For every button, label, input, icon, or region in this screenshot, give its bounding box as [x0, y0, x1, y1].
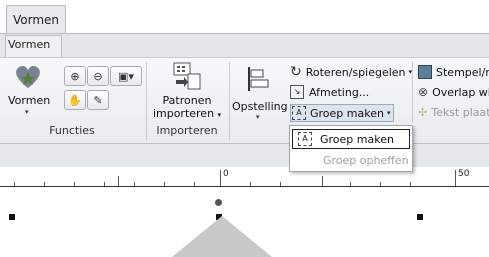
- heart-star-icon: [16, 65, 40, 88]
- tekst-plaat-label: Tekst plaat: [431, 105, 489, 119]
- ribbon-separator: [229, 62, 230, 140]
- ruler-tick: [322, 176, 323, 186]
- rotation-handle[interactable]: [215, 199, 222, 206]
- tab-vormen-label: Vormen: [12, 12, 60, 27]
- ruler-tick: [280, 182, 281, 186]
- ruler-tick: [44, 182, 45, 186]
- ribbon: Vormen ▾ ⊕ ⊖ ▣▾ ✋ ✎ Functies Patronen im…: [0, 58, 489, 144]
- ruler-tick: [380, 182, 381, 186]
- afmeting-label: Afmeting...: [309, 85, 370, 99]
- hand-icon: ✋: [68, 93, 82, 107]
- group-label-functies: Functies: [49, 124, 95, 137]
- vormen-label: Vormen: [8, 94, 51, 107]
- groep-dropdown-menu: A Groep maken Groep opheffen: [289, 125, 413, 172]
- sub-tab-bar: Vormen: [0, 33, 489, 58]
- ruler-tick: [104, 182, 105, 186]
- roteren-button[interactable]: ↻ Roteren/spiegelen ▾: [290, 64, 412, 80]
- rotate-icon: ↻: [290, 64, 302, 80]
- afmeting-button[interactable]: ↘ Afmeting...: [290, 84, 369, 100]
- zoom-out-button[interactable]: ⊖: [87, 66, 109, 86]
- selection-handle[interactable]: [417, 214, 423, 220]
- zoom-fit-icon: ▣▾: [118, 69, 134, 83]
- menu-item-groep-maken-label: Groep maken: [320, 132, 394, 146]
- ruler-tick: [410, 182, 411, 186]
- import-pattern-icon: [173, 62, 201, 90]
- selection-handle[interactable]: [9, 214, 15, 220]
- ruler-tick: [134, 182, 135, 186]
- groep-maken-label: Groep maken: [310, 106, 384, 120]
- ribbon-separator: [146, 62, 147, 140]
- opstelling-label: Opstelling: [232, 100, 288, 113]
- ruler-tick: [194, 182, 195, 186]
- ruler-tick: [74, 182, 75, 186]
- zoom-in-button[interactable]: ⊕: [64, 66, 86, 86]
- patronen-importeren-button[interactable]: Patronen importeren ▾: [150, 60, 224, 122]
- chevron-down-icon: ▾: [217, 111, 222, 119]
- roteren-label: Roteren/spiegelen: [305, 65, 406, 79]
- align-icon: [248, 67, 269, 91]
- zoom-in-icon: ⊕: [70, 69, 80, 83]
- ruler-tick: [164, 182, 165, 186]
- group-label-importeren: Importeren: [156, 124, 218, 137]
- opstelling-button[interactable]: Opstelling ▾: [232, 62, 288, 122]
- tekst-plaat-button[interactable]: ✣ Tekst plaat: [418, 104, 489, 120]
- stempel-button[interactable]: Stempel/re: [418, 64, 489, 80]
- chevron-down-icon: ▾: [386, 109, 391, 117]
- tab-vormen[interactable]: Vormen: [6, 5, 66, 33]
- overlap-button[interactable]: ⊗ Overlap wi: [418, 84, 489, 100]
- measure-icon: ✎: [93, 93, 103, 107]
- group-icon: A: [292, 106, 306, 120]
- overlap-label: Overlap wi: [432, 85, 489, 99]
- horizontal-ruler: 0 50: [0, 167, 489, 187]
- menu-item-groep-opheffen[interactable]: Groep opheffen: [292, 151, 410, 169]
- importeren-label: importeren ▾: [152, 107, 222, 120]
- zoom-out-icon: ⊖: [93, 69, 103, 83]
- overlap-icon: ⊗: [418, 85, 429, 99]
- measure-button[interactable]: ✎: [87, 90, 109, 110]
- ruler-label-0: 0: [223, 169, 229, 179]
- vormen-button[interactable]: Vormen ▾: [8, 64, 51, 124]
- workspace-header: [0, 144, 489, 167]
- tab-strip: Vormen: [0, 0, 489, 33]
- groep-maken-dropdown[interactable]: A Groep maken ▾: [290, 104, 395, 122]
- stempel-label: Stempel/re: [436, 65, 489, 79]
- triangle-shape[interactable]: [172, 216, 272, 257]
- pan-button[interactable]: ✋: [64, 90, 86, 110]
- text-place-icon: ✣: [418, 105, 428, 119]
- ruler-tick: [14, 182, 15, 186]
- ruler-tick: [350, 182, 351, 186]
- stamp-icon: [418, 65, 432, 79]
- sub-tab-label: Vormen: [8, 38, 51, 51]
- resize-icon: ↘: [290, 85, 304, 99]
- ruler-tick-zero: [220, 170, 221, 186]
- patronen-label: Patronen: [162, 94, 212, 107]
- ruler-tick: [118, 176, 119, 186]
- ribbon-separator: [412, 62, 413, 122]
- menu-item-groep-opheffen-label: Groep opheffen: [323, 153, 409, 167]
- zoom-fit-button[interactable]: ▣▾: [110, 66, 142, 86]
- ruler-tick: [250, 182, 251, 186]
- ruler-label-50: 50: [458, 169, 470, 179]
- chevron-down-icon: ▾: [25, 108, 29, 116]
- group-icon: A: [298, 132, 312, 146]
- chevron-down-icon: ▾: [256, 113, 260, 121]
- ruler-tick-50: [455, 170, 456, 186]
- menu-item-groep-maken[interactable]: A Groep maken: [292, 129, 410, 149]
